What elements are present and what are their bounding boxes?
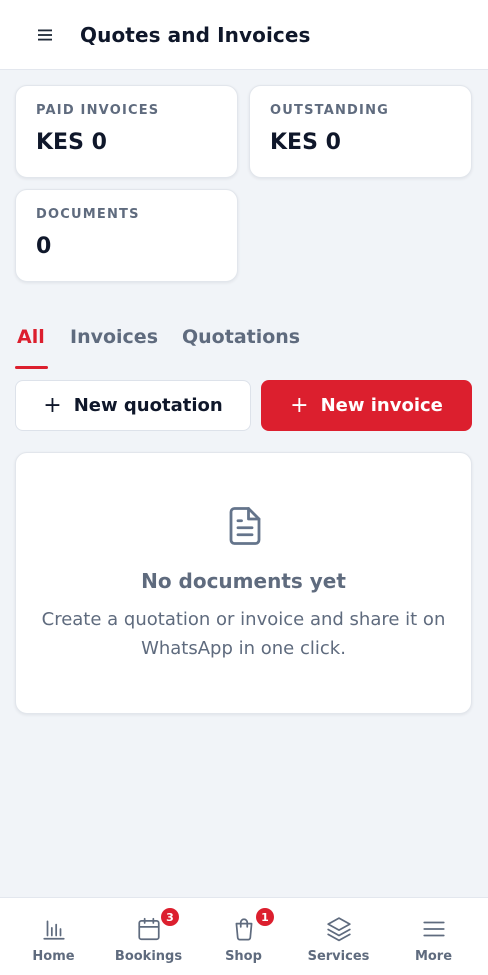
tab-all[interactable]: All [17, 326, 45, 348]
nav-item-home[interactable]: Home [6, 898, 101, 975]
nav-item-services[interactable]: Services [291, 898, 386, 975]
active-tab-indicator [15, 366, 48, 369]
plus-icon: + [290, 392, 309, 418]
hamburger-menu-icon[interactable] [30, 20, 60, 50]
bar-chart-icon [42, 920, 65, 940]
empty-state-description: Create a quotation or invoice and share … [41, 609, 446, 659]
tab-quotations[interactable]: Quotations [182, 326, 300, 348]
bottom-navigation: Home 3 Bookings 1 Shop Services More [0, 897, 488, 975]
calendar-icon [137, 917, 160, 941]
new-invoice-label: New invoice [320, 395, 443, 416]
nav-label-bookings: Bookings [114, 949, 183, 964]
app-header: Quotes and Invoices [0, 0, 488, 70]
layers-icon [326, 917, 351, 942]
documents-card: DOCUMENTS 0 [15, 189, 238, 282]
outstanding-label: OUTSTANDING [270, 103, 390, 118]
documents-value: 0 [36, 234, 52, 259]
bookings-badge: 3 [161, 908, 179, 926]
nav-item-more[interactable]: More [386, 898, 481, 975]
outstanding-value: KES 0 [270, 130, 341, 155]
paid-invoices-value: KES 0 [36, 130, 107, 155]
shopping-bag-icon [235, 918, 252, 941]
page-title: Quotes and Invoices [80, 22, 311, 47]
nav-label-home: Home [32, 949, 75, 964]
shop-badge: 1 [256, 908, 274, 926]
tab-invoices[interactable]: Invoices [70, 326, 158, 348]
new-quotation-label: New quotation [73, 395, 223, 416]
outstanding-card: OUTSTANDING KES 0 [249, 85, 472, 178]
documents-label: DOCUMENTS [36, 207, 140, 222]
hamburger-menu-icon-svg [38, 29, 52, 40]
document-icon [229, 507, 261, 545]
empty-state-title: No documents yet [141, 569, 346, 593]
paid-invoices-label: PAID INVOICES [36, 103, 160, 118]
nav-item-shop[interactable]: 1 Shop [196, 898, 291, 975]
new-quotation-button[interactable]: + New quotation [15, 380, 251, 431]
document-tabs: All Invoices Quotations [0, 318, 488, 370]
paid-invoices-card: PAID INVOICES KES 0 [15, 85, 238, 178]
new-invoice-button[interactable]: + New invoice [261, 380, 472, 431]
plus-icon: + [43, 392, 62, 418]
nav-label-services: Services [307, 949, 370, 964]
menu-icon [422, 921, 445, 937]
empty-state-card: No documents yet Create a quotation or i… [15, 452, 472, 714]
nav-item-bookings[interactable]: 3 Bookings [101, 898, 196, 975]
nav-label-more: More [414, 949, 453, 964]
nav-label-shop: Shop [225, 949, 262, 964]
